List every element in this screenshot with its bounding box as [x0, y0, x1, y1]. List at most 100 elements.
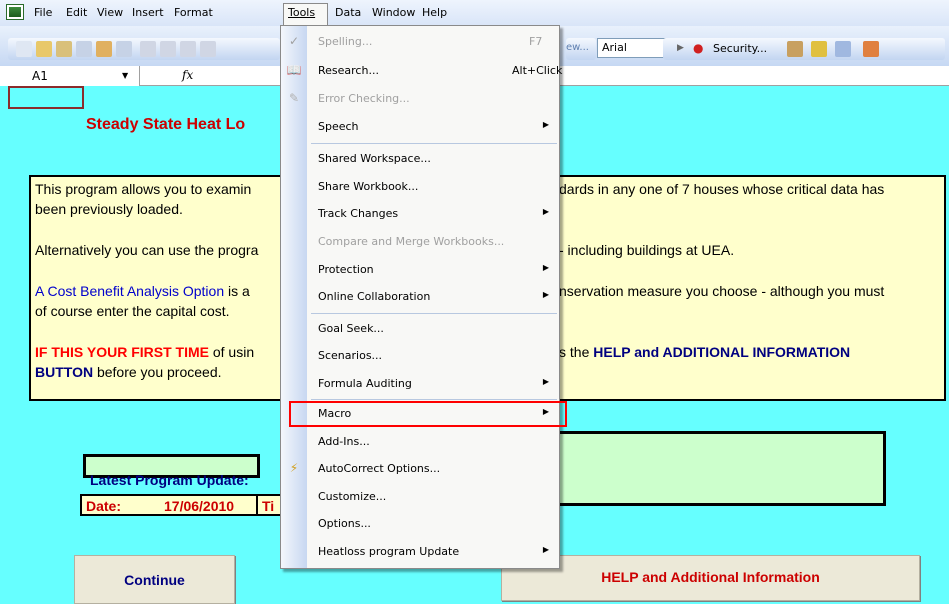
menu-tools[interactable]: Tools: [283, 3, 328, 26]
para1-left: This program allows you to examin: [35, 181, 252, 197]
preview-icon[interactable]: [116, 41, 132, 57]
copy-icon[interactable]: [160, 41, 176, 57]
selected-cell-a1[interactable]: [8, 86, 84, 109]
name-box[interactable]: A1 ▼: [0, 66, 140, 86]
menu-item-heatloss-update[interactable]: Heatloss program Update ▶: [281, 539, 559, 565]
cut-icon[interactable]: [140, 41, 156, 57]
error-checking-icon: ✎: [288, 91, 300, 105]
paste-icon[interactable]: [180, 41, 196, 57]
script-editor-icon[interactable]: [863, 41, 879, 57]
menu-item-online-collaboration[interactable]: Online Collaboration ▶: [281, 284, 559, 310]
menu-window[interactable]: Window: [368, 4, 419, 22]
menu-item-autocorrect[interactable]: ⚡ AutoCorrect Options...: [281, 456, 559, 482]
para1-line2: been previously loaded.: [35, 201, 183, 217]
submenu-arrow-icon: ▶: [542, 290, 549, 299]
para3-left-rest: is a: [224, 283, 250, 299]
menu-item-speech[interactable]: Speech ▶: [281, 114, 559, 140]
para4-right-pre: s the: [559, 344, 594, 360]
para3-left: A Cost Benefit Analysis Option is a: [35, 281, 250, 301]
menu-separator: [311, 313, 557, 314]
menu-item-label: Protection: [318, 263, 374, 276]
menu-bar: File Edit View Insert Format Tools Data …: [0, 0, 949, 26]
design-mode-icon[interactable]: [811, 41, 827, 57]
menu-item-error-checking[interactable]: ✎ Error Checking...: [281, 86, 559, 112]
function-icon[interactable]: fx: [182, 68, 193, 82]
submenu-arrow-icon: ▶: [542, 377, 549, 386]
menu-item-protection[interactable]: Protection ▶: [281, 257, 559, 283]
menu-item-options[interactable]: Options...: [281, 511, 559, 537]
time-label: Ti: [262, 498, 275, 514]
menu-item-shared-workspace[interactable]: Shared Workspace...: [281, 146, 559, 172]
format-painter-icon[interactable]: [200, 41, 216, 57]
permission-icon[interactable]: [76, 41, 92, 57]
menu-item-label: Track Changes: [318, 207, 399, 220]
new-icon[interactable]: [16, 41, 32, 57]
menu-item-label: Shared Workspace...: [318, 152, 431, 165]
menu-item-share-workbook[interactable]: Share Workbook...: [281, 174, 559, 200]
menu-item-label: Goal Seek...: [318, 322, 384, 335]
submenu-arrow-icon: ▶: [542, 263, 549, 272]
date-value: 17/06/2010: [164, 498, 235, 514]
standard-toolbar: [8, 38, 280, 60]
para1-right: dards in any one of 7 houses whose criti…: [559, 181, 885, 197]
para4-line2-rest: before you proceed.: [93, 364, 222, 380]
menu-item-shortcut: Alt+Click: [512, 64, 563, 77]
record-icon[interactable]: ●: [693, 41, 703, 55]
control-toolbox-icon[interactable]: [787, 41, 803, 57]
menu-item-spelling[interactable]: ✓ Spelling... F7: [281, 29, 559, 55]
menu-item-label: Research...: [318, 64, 379, 77]
menu-separator: [311, 399, 557, 400]
para3-line2: of course enter the capital cost.: [35, 303, 230, 319]
menu-item-label: Add-Ins...: [318, 435, 370, 448]
menu-edit[interactable]: Edit: [62, 4, 91, 22]
button-reference: BUTTON: [35, 364, 94, 380]
cost-benefit-link[interactable]: A Cost Benefit Analysis Option: [35, 283, 224, 299]
menu-item-label: Heatloss program Update: [318, 545, 460, 558]
para3-right: nservation measure you choose - although…: [559, 283, 885, 299]
date-label: Date:: [86, 498, 122, 514]
menu-item-scenarios[interactable]: Scenarios...: [281, 343, 559, 369]
play-icon[interactable]: ▶: [677, 43, 684, 53]
latest-update-label: Latest Program Update:: [90, 472, 249, 488]
menu-format[interactable]: Format: [170, 4, 217, 22]
menu-item-formula-auditing[interactable]: Formula Auditing ▶: [281, 371, 559, 397]
menu-item-research[interactable]: 📖 Research... Alt+Click: [281, 58, 563, 84]
save-icon[interactable]: [56, 41, 72, 57]
security-button[interactable]: Security...: [713, 42, 767, 55]
menu-item-label: Spelling...: [318, 35, 373, 48]
research-icon: 📖: [286, 63, 302, 77]
tools-menu: ✓ Spelling... F7 📖 Research... Alt+Click…: [280, 25, 563, 569]
name-box-value: A1: [32, 69, 48, 83]
menu-item-track-changes[interactable]: Track Changes ▶: [281, 201, 559, 227]
autocorrect-icon: ⚡: [289, 461, 299, 475]
menu-insert[interactable]: Insert: [128, 4, 168, 22]
name-box-dropdown-icon[interactable]: ▼: [122, 66, 128, 86]
menu-item-label: Options...: [318, 517, 371, 530]
menu-item-add-ins[interactable]: Add-Ins...: [281, 429, 559, 455]
font-name-value: Arial: [602, 41, 627, 54]
menu-help[interactable]: Help: [418, 4, 451, 22]
spelling-icon: ✓: [288, 34, 300, 48]
excel-app-icon[interactable]: [6, 4, 24, 20]
menu-file[interactable]: File: [30, 4, 56, 22]
continue-button[interactable]: Continue: [74, 555, 235, 604]
print-icon[interactable]: [96, 41, 112, 57]
menu-data[interactable]: Data: [331, 4, 365, 22]
menu-item-customize[interactable]: Customize...: [281, 484, 559, 510]
help-reference: HELP and ADDITIONAL INFORMATION: [593, 344, 851, 360]
help-button[interactable]: HELP and Additional Information: [501, 555, 920, 601]
menu-view[interactable]: View: [93, 4, 127, 22]
date-row: Date: 17/06/2010 Ti: [80, 494, 285, 516]
visual-basic-icon[interactable]: [835, 41, 851, 57]
menu-item-label: Compare and Merge Workbooks...: [318, 235, 505, 248]
open-icon[interactable]: [36, 41, 52, 57]
para2-left: Alternatively you can use the progra: [35, 242, 259, 258]
menu-item-shortcut: F7: [529, 35, 543, 48]
submenu-arrow-icon: ▶: [542, 545, 549, 554]
para4-left-rest: of usin: [208, 344, 255, 360]
para2-right: - including buildings at UEA.: [559, 242, 735, 258]
menu-item-compare-merge[interactable]: Compare and Merge Workbooks...: [281, 229, 559, 255]
submenu-arrow-icon: ▶: [542, 207, 549, 216]
menu-item-goal-seek[interactable]: Goal Seek...: [281, 316, 559, 342]
para4-left: IF THIS YOUR FIRST TIME of usin: [35, 342, 254, 362]
